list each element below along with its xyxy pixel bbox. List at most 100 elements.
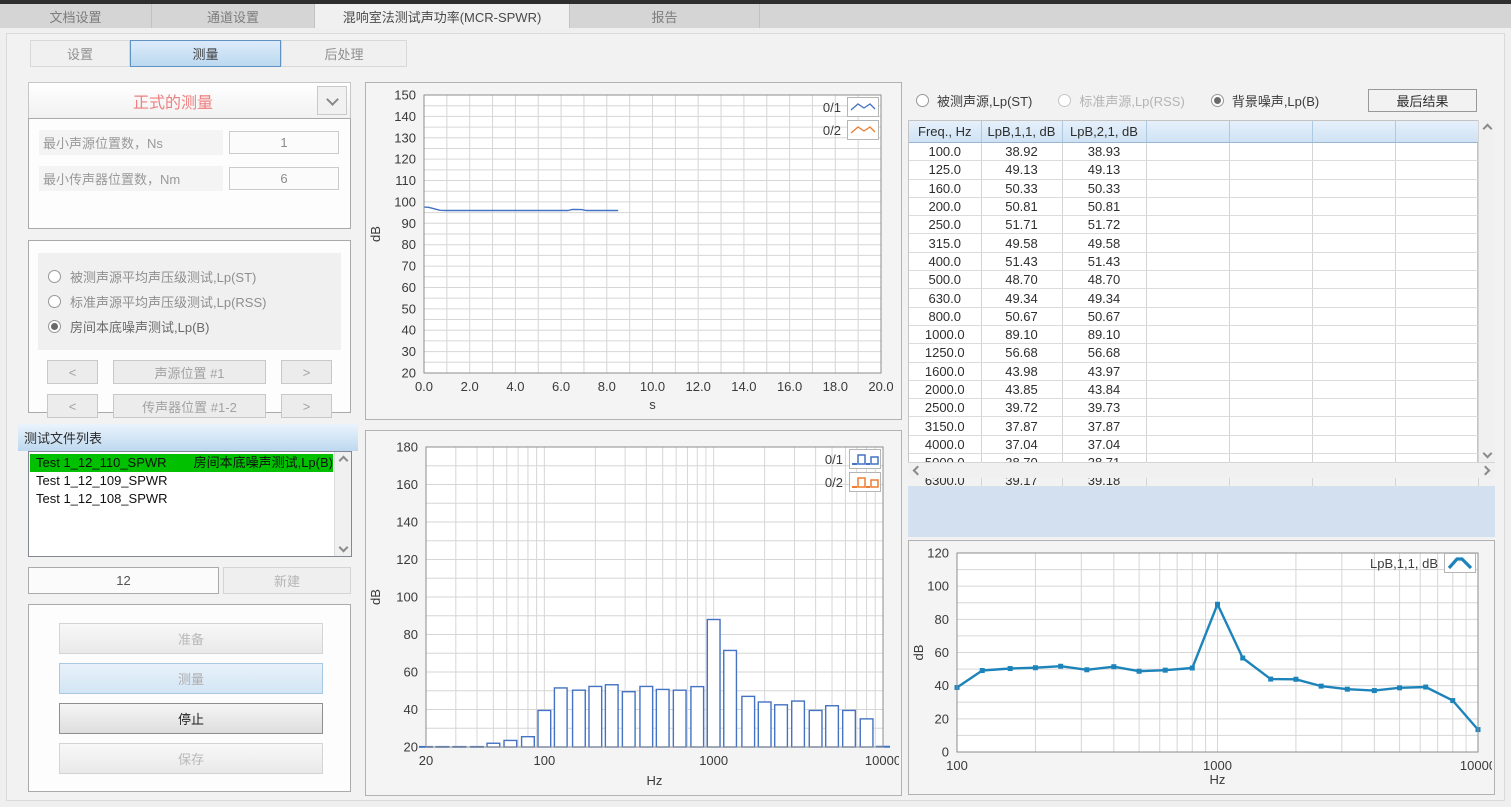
svg-text:50: 50 bbox=[402, 301, 416, 316]
result-line-chart: 020406080100120100100010000HzdB LpB,1,1,… bbox=[908, 540, 1495, 795]
table-row[interactable]: 400.051.4351.43 bbox=[909, 252, 1478, 270]
radio-lp-b[interactable]: 房间本底噪声测试,Lp(B) bbox=[48, 317, 341, 336]
file-list-scrollbar[interactable] bbox=[334, 452, 351, 556]
table-row[interactable]: 100.038.9238.93 bbox=[909, 143, 1478, 161]
result-radio-lp-st-label: 被测声源,Lp(ST) bbox=[937, 91, 1032, 110]
list-item[interactable]: Test 1_12_108_SPWR bbox=[30, 490, 333, 508]
table-row[interactable]: 315.049.5849.58 bbox=[909, 234, 1478, 252]
radio-icon-selected[interactable] bbox=[48, 320, 61, 333]
svg-text:20: 20 bbox=[419, 753, 433, 768]
test-type-radio-group: 被测声源平均声压级测试,Lp(ST) 标准声源平均声压级测试,Lp(RSS) 房… bbox=[38, 253, 341, 350]
results-table[interactable]: Freq., HzLpB,1,1, dBLpB,2,1, dB 100.038.… bbox=[909, 121, 1479, 491]
list-item[interactable]: Test 1_12_109_SPWR bbox=[30, 472, 333, 490]
radio-icon[interactable] bbox=[916, 94, 929, 107]
legend-line-icon bbox=[847, 120, 879, 140]
tab-channel-settings[interactable]: 通道设置 bbox=[152, 4, 315, 28]
time-history-chart: 20304050607080901001101201301401500.02.0… bbox=[365, 82, 902, 420]
table-row[interactable]: 800.050.6750.67 bbox=[909, 307, 1478, 325]
measure-button[interactable]: 测量 bbox=[59, 663, 323, 694]
tab-document-settings[interactable]: 文档设置 bbox=[0, 4, 152, 28]
table-row[interactable]: 1250.056.6856.68 bbox=[909, 344, 1478, 362]
table-row[interactable]: 200.050.8150.81 bbox=[909, 197, 1478, 215]
svg-text:150: 150 bbox=[394, 88, 416, 103]
radio-icon-disabled[interactable] bbox=[1058, 94, 1071, 107]
mic-position-prev-button[interactable]: < bbox=[47, 394, 98, 418]
svg-text:Hz: Hz bbox=[1210, 772, 1226, 787]
scroll-down-icon[interactable] bbox=[338, 543, 348, 553]
table-row[interactable]: 4000.037.0437.04 bbox=[909, 435, 1478, 453]
new-button[interactable]: 新建 bbox=[223, 567, 351, 594]
test-file-listbox[interactable]: Test 1_12_110_SPWR房间本底噪声测试,Lp(B)Test 1_1… bbox=[28, 451, 352, 557]
subtab-postprocess[interactable]: 后处理 bbox=[281, 40, 407, 67]
svg-text:70: 70 bbox=[402, 259, 416, 274]
radio-lp-st[interactable]: 被测声源平均声压级测试,Lp(ST) bbox=[48, 267, 341, 286]
table-row[interactable]: 250.051.7151.72 bbox=[909, 216, 1478, 234]
svg-text:14.0: 14.0 bbox=[731, 379, 756, 394]
table-column-header bbox=[1229, 121, 1312, 143]
table-row[interactable]: 160.050.3350.33 bbox=[909, 179, 1478, 197]
scroll-down-icon[interactable] bbox=[1482, 449, 1492, 459]
svg-text:60: 60 bbox=[404, 665, 418, 680]
table-row[interactable]: 1600.043.9843.97 bbox=[909, 362, 1478, 380]
table-row[interactable]: 3150.037.8737.87 bbox=[909, 417, 1478, 435]
min-source-positions-input[interactable]: 1 bbox=[229, 131, 339, 154]
svg-text:80: 80 bbox=[935, 612, 949, 627]
counter-button[interactable]: 12 bbox=[28, 567, 219, 594]
svg-text:16.0: 16.0 bbox=[777, 379, 802, 394]
info-panel bbox=[908, 486, 1495, 537]
scroll-up-icon[interactable] bbox=[338, 456, 348, 466]
dropdown-button[interactable] bbox=[317, 86, 347, 115]
svg-text:20: 20 bbox=[402, 366, 416, 381]
table-row[interactable]: 500.048.7048.70 bbox=[909, 271, 1478, 289]
radio-icon[interactable] bbox=[48, 295, 61, 308]
result-radio-lp-b[interactable]: 背景噪声,Lp(B) bbox=[1211, 91, 1319, 110]
test-file-items: Test 1_12_110_SPWR房间本底噪声测试,Lp(B)Test 1_1… bbox=[30, 454, 333, 508]
table-row[interactable]: 2000.043.8543.84 bbox=[909, 380, 1478, 398]
tab-report[interactable]: 报告 bbox=[570, 4, 760, 28]
results-table-hscrollbar[interactable] bbox=[908, 462, 1495, 478]
radio-icon-selected[interactable] bbox=[1211, 94, 1224, 107]
scroll-up-icon[interactable] bbox=[1482, 124, 1492, 134]
table-row[interactable]: 125.049.1349.13 bbox=[909, 161, 1478, 179]
prepare-button[interactable]: 准备 bbox=[59, 623, 323, 654]
radio-icon[interactable] bbox=[48, 270, 61, 283]
spectrum-plot: 2040608010012014016018020100100010000Hzd… bbox=[366, 431, 899, 793]
min-mic-positions-input[interactable]: 6 bbox=[229, 167, 339, 190]
final-result-button[interactable]: 最后结果 bbox=[1368, 89, 1477, 112]
subtab-settings[interactable]: 设置 bbox=[30, 40, 130, 67]
table-row[interactable]: 2500.039.7239.73 bbox=[909, 399, 1478, 417]
stop-button[interactable]: 停止 bbox=[59, 703, 323, 734]
result-chart-legend: LpB,1,1, dB bbox=[1370, 553, 1476, 576]
save-button[interactable]: 保存 bbox=[59, 743, 323, 774]
results-table-vscrollbar[interactable] bbox=[1478, 120, 1495, 462]
table-column-header: LpB,1,1, dB bbox=[981, 121, 1062, 143]
measurement-mode-dropdown[interactable]: 正式的测量 bbox=[28, 82, 351, 119]
subtab-measure[interactable]: 测量 bbox=[130, 40, 281, 67]
scroll-right-icon[interactable] bbox=[1481, 466, 1491, 476]
svg-text:s: s bbox=[649, 397, 656, 412]
tab-mcr-spwr[interactable]: 混响室法测试声功率(MCR-SPWR) bbox=[315, 4, 570, 28]
source-position-next-button[interactable]: > bbox=[281, 360, 332, 384]
source-position-button[interactable]: 声源位置 #1 bbox=[113, 360, 266, 384]
result-radio-lp-b-label: 背景噪声,Lp(B) bbox=[1232, 91, 1319, 110]
legend-entry: 0/1 bbox=[823, 97, 879, 117]
result-radio-lp-st[interactable]: 被测声源,Lp(ST) bbox=[916, 91, 1032, 110]
table-row[interactable]: 1000.089.1089.10 bbox=[909, 325, 1478, 343]
svg-text:18.0: 18.0 bbox=[823, 379, 848, 394]
svg-text:140: 140 bbox=[396, 515, 418, 530]
result-radio-lp-rss[interactable]: 标准声源,Lp(RSS) bbox=[1058, 91, 1184, 110]
measurement-mode-value: 正式的测量 bbox=[29, 89, 317, 113]
table-row[interactable]: 630.049.3449.34 bbox=[909, 289, 1478, 307]
mic-position-button[interactable]: 传声器位置 #1-2 bbox=[113, 394, 266, 418]
radio-lp-st-label: 被测声源平均声压级测试,Lp(ST) bbox=[70, 267, 256, 286]
svg-text:100: 100 bbox=[534, 753, 556, 768]
scroll-left-icon[interactable] bbox=[913, 466, 923, 476]
list-item[interactable]: Test 1_12_110_SPWR房间本底噪声测试,Lp(B) bbox=[30, 454, 333, 472]
radio-lp-rss[interactable]: 标准声源平均声压级测试,Lp(RSS) bbox=[48, 292, 341, 311]
svg-text:100: 100 bbox=[927, 579, 949, 594]
mic-position-next-button[interactable]: > bbox=[281, 394, 332, 418]
svg-text:30: 30 bbox=[402, 344, 416, 359]
source-position-prev-button[interactable]: < bbox=[47, 360, 98, 384]
main-tab-bar: 文档设置 通道设置 混响室法测试声功率(MCR-SPWR) 报告 bbox=[0, 4, 1511, 28]
svg-text:120: 120 bbox=[927, 546, 949, 561]
